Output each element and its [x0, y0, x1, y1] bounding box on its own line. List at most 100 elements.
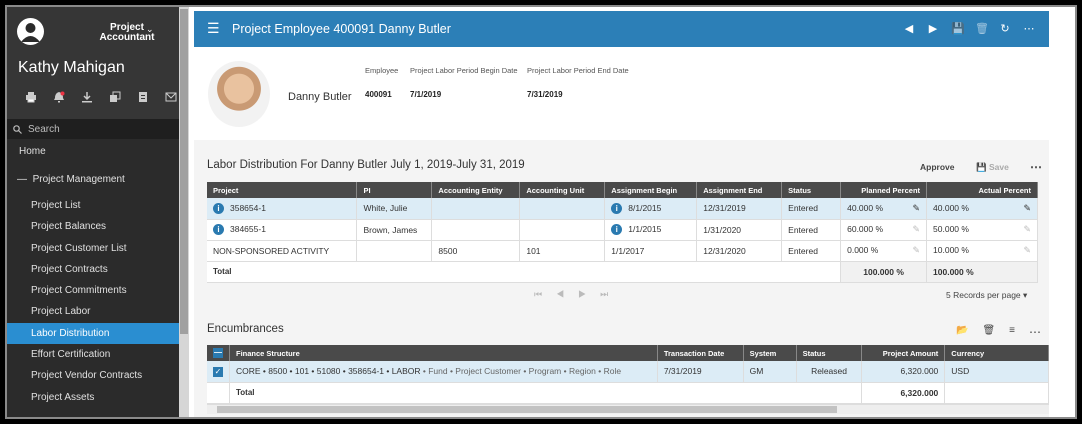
sidebar-item-project-list[interactable]: Project List	[7, 195, 179, 216]
column-header[interactable]: PI	[356, 182, 433, 198]
column-header[interactable]: Project Amount	[861, 345, 946, 361]
more-options-icon[interactable]: ⋯	[1029, 325, 1041, 339]
edit-pencil-icon[interactable]: ✎	[1023, 224, 1031, 235]
column-header[interactable]: Planned Percent	[840, 182, 928, 198]
sidebar-item-project-balances[interactable]: Project Balances	[7, 216, 179, 237]
total-amount: 6,320.000	[861, 382, 946, 404]
delete-icon[interactable]: 🗑	[982, 325, 995, 339]
sidebar-scrollbar[interactable]	[179, 7, 189, 417]
select-all-checkbox[interactable]: —	[207, 345, 230, 361]
cell-text: 40.000 %	[847, 202, 884, 213]
edit-pencil-icon[interactable]: ✎	[1023, 245, 1031, 256]
save-icon[interactable]: 💾	[951, 22, 965, 35]
table-row[interactable]: NON-SPONSORED ACTIVITY 8500 101 1/1/2017 12/…	[207, 240, 1038, 262]
folder-icon[interactable]: 📂	[956, 325, 968, 339]
column-header[interactable]: Status	[781, 182, 842, 198]
labor-section-title: Labor Distribution For Danny Butler July…	[207, 159, 525, 171]
employee-name: Danny Butler	[288, 91, 352, 103]
cell-text: 1/31/2020	[703, 224, 742, 235]
cell-text: White, Julie	[363, 203, 408, 214]
table-cell: 0.000 % ✎	[840, 240, 928, 262]
labor-more-options-icon[interactable]: ⋯	[1030, 160, 1042, 174]
sidebar-item-project-assets[interactable]: Project Assets	[7, 387, 179, 408]
next-icon[interactable]: ▶	[927, 22, 939, 35]
finance-structure-cell: CORE • 8500 • 101 • 51080 • 358654-1 • L…	[229, 361, 658, 383]
column-header[interactable]: Currency	[944, 345, 1049, 361]
horizontal-scrollbar[interactable]	[207, 404, 1049, 414]
cell-text: Brown, James	[363, 224, 418, 235]
checkbox-partial-icon: —	[213, 348, 223, 358]
table-cell: 6,320.000	[861, 361, 946, 383]
table-cell	[431, 198, 521, 220]
sidebar-item-project-vendor-contracts[interactable]: Project Vendor Contracts	[7, 365, 179, 386]
cell-text: 12/31/2020	[703, 245, 746, 256]
previous-icon[interactable]: ◀	[903, 22, 915, 35]
delete-icon[interactable]: 🗑	[975, 22, 989, 35]
sidebar-item-project-customer-list[interactable]: Project Customer List	[7, 238, 179, 259]
sidebar-item-project-labor[interactable]: Project Labor	[7, 301, 179, 322]
sidebar-header: Project Accountant ⌄ Kathy Mahigan	[7, 7, 179, 119]
info-icon[interactable]: i	[213, 224, 224, 236]
sidebar-item-labor-distribution[interactable]: Labor Distribution	[7, 322, 179, 345]
column-header[interactable]: Status	[796, 345, 863, 361]
document-icon[interactable]	[137, 90, 149, 102]
sidebar-group-project-management[interactable]: — Project Management	[7, 165, 179, 195]
table-row[interactable]: i 384655-1 Brown, James i 1/1/2015 1/31/2020 E…	[207, 219, 1038, 241]
cell-text: 12/31/2019	[703, 203, 746, 214]
cell-text: 60.000 %	[847, 224, 884, 234]
column-header[interactable]: Accounting Unit	[519, 182, 606, 198]
search-placeholder: Search	[28, 123, 60, 135]
edit-pencil-icon[interactable]: ✎	[912, 245, 920, 256]
total-label: Total	[229, 382, 863, 404]
column-header[interactable]: Actual Percent	[926, 182, 1038, 198]
save-button[interactable]: 💾 Save	[976, 162, 1009, 173]
row-checkbox[interactable]: ✓	[207, 361, 230, 383]
search-input[interactable]: Search	[7, 119, 179, 139]
column-header[interactable]: System	[743, 345, 797, 361]
scrollbar-thumb[interactable]	[180, 9, 188, 334]
print-icon[interactable]	[25, 90, 37, 103]
info-icon[interactable]: i	[611, 224, 623, 236]
info-icon[interactable]: i	[611, 202, 623, 214]
more-options-icon[interactable]: ⋯	[1023, 22, 1035, 35]
download-icon[interactable]	[81, 90, 93, 103]
edit-pencil-icon[interactable]: ✎	[912, 224, 920, 235]
column-header[interactable]: Project	[207, 182, 358, 198]
filter-icon[interactable]: ≡	[1009, 325, 1015, 339]
info-icon[interactable]: i	[213, 202, 224, 214]
search-icon	[13, 124, 22, 134]
sidebar-item-home[interactable]: Home	[7, 139, 179, 165]
column-header[interactable]: Finance Structure	[229, 345, 658, 361]
records-per-page-select[interactable]: 5 Records per page ▾	[946, 290, 1027, 301]
column-header[interactable]: Assignment Begin	[604, 182, 698, 198]
refresh-icon[interactable]: ↻	[999, 22, 1011, 35]
sidebar-item-effort-certification[interactable]: Effort Certification	[7, 344, 179, 365]
table-cell	[356, 240, 433, 262]
cell-text: 40.000 %	[933, 202, 969, 213]
copy-icon[interactable]	[109, 90, 121, 102]
records-per-page-label: 5 Records per page	[946, 290, 1021, 300]
table-row[interactable]: ✓ CORE • 8500 • 101 • 51080 • 358654-1 • …	[207, 361, 1049, 383]
mail-icon[interactable]	[165, 90, 177, 102]
column-header[interactable]: Accounting Entity	[431, 182, 521, 198]
chevron-down-icon[interactable]: ⌄	[146, 24, 154, 35]
table-row[interactable]: i 358654-1 White, Julie i 8/1/2015 12/31/2019…	[207, 198, 1038, 220]
table-cell: NON-SPONSORED ACTIVITY	[207, 240, 358, 262]
cell-text: 8/1/2015	[628, 202, 662, 213]
scrollbar-thumb[interactable]	[217, 406, 837, 413]
notification-bell-icon[interactable]	[53, 90, 65, 103]
avatar[interactable]	[17, 18, 44, 45]
cell-text: 10.000 %	[933, 245, 969, 255]
field-label-end-date: Project Labor Period End Date	[527, 66, 629, 75]
edit-pencil-icon[interactable]: ✎	[1023, 203, 1031, 214]
sidebar-item-project-contracts[interactable]: Project Contracts	[7, 259, 179, 280]
sidebar-group-label: Project Management	[32, 174, 125, 185]
column-header[interactable]: Assignment End	[696, 182, 783, 198]
sidebar-item-project-commitments[interactable]: Project Commitments	[7, 280, 179, 301]
edit-pencil-icon[interactable]: ✎	[912, 203, 920, 214]
column-header[interactable]: Transaction Date	[657, 345, 744, 361]
approve-button[interactable]: Approve	[920, 162, 954, 172]
pagination-controls[interactable]: ⏮◀▶⏭	[534, 289, 622, 300]
application-window: Project Accountant ⌄ Kathy Mahigan Searc…	[5, 5, 1077, 419]
hamburger-menu-icon[interactable]: ☰	[207, 21, 220, 35]
